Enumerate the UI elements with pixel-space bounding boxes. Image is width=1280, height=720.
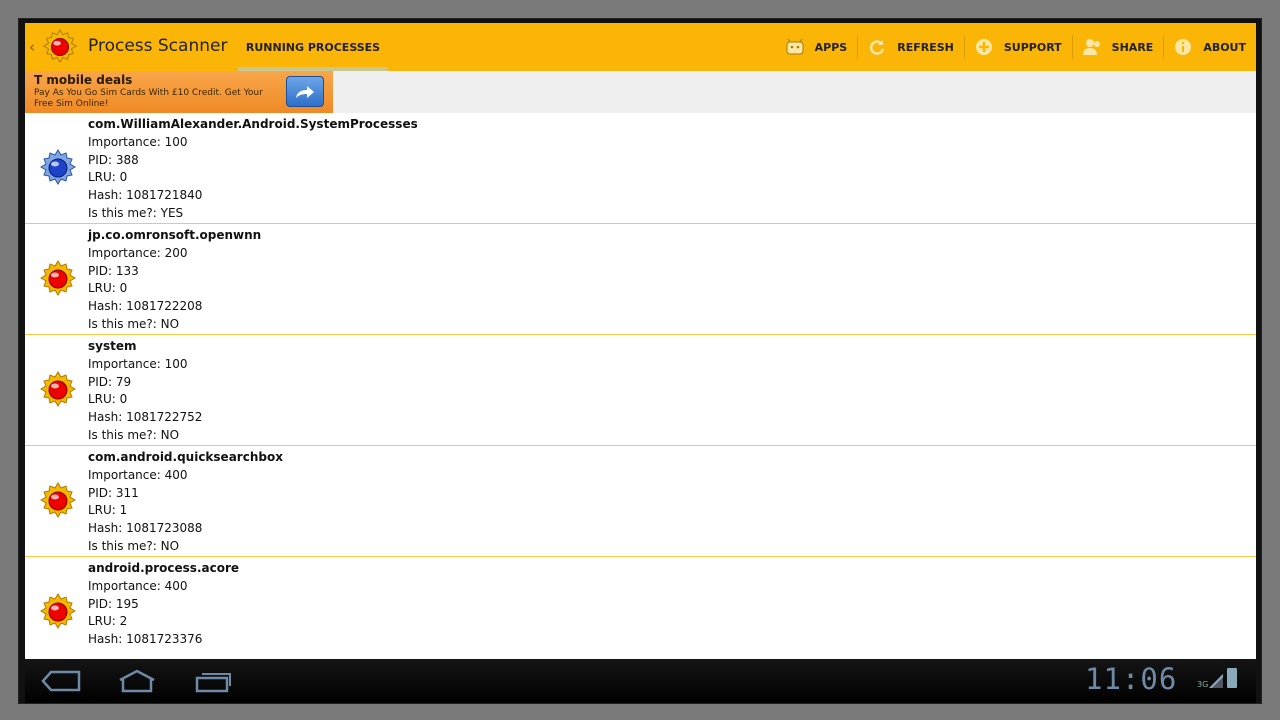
process-details: com.WilliamAlexander.Android.SystemProce… xyxy=(88,116,418,223)
process-is-me: Is this me?: YES xyxy=(88,205,184,220)
network-type: 3G xyxy=(1197,680,1209,689)
refresh-button[interactable]: REFRESH xyxy=(857,23,964,71)
ad-go-button[interactable] xyxy=(286,76,324,107)
process-name: system xyxy=(88,339,137,353)
list-item[interactable]: com.WilliamAlexander.Android.SystemProce… xyxy=(25,113,1256,224)
process-is-me: Is this me?: NO xyxy=(88,427,180,442)
process-is-me: Is this me?: NO xyxy=(88,316,180,331)
apps-button[interactable]: APPS xyxy=(775,23,858,71)
support-label: SUPPORT xyxy=(1003,40,1062,54)
arrow-forward-icon xyxy=(296,85,314,98)
process-importance: Importance: 100 xyxy=(88,134,188,149)
ad-banner[interactable]: T mobile deals Pay As You Go Sim Cards W… xyxy=(25,71,333,113)
screen: ‹ Process Scanner RUNNING PROCESSES APPS xyxy=(25,23,1256,659)
back-button[interactable] xyxy=(39,667,83,695)
process-hash: Hash: 1081723376 xyxy=(88,632,203,647)
process-hash: Hash: 1081722208 xyxy=(88,299,203,314)
process-hash: Hash: 1081721840 xyxy=(88,188,203,203)
process-name: com.android.quicksearchbox xyxy=(88,450,283,464)
home-icon xyxy=(119,669,155,693)
blue-gear-icon xyxy=(40,149,76,185)
red-gear-icon xyxy=(40,260,76,296)
process-pid: PID: 388 xyxy=(88,152,139,167)
process-importance: Importance: 400 xyxy=(88,467,188,482)
list-item[interactable]: com.android.quicksearchbox Importance: 4… xyxy=(25,446,1256,557)
process-details: jp.co.omronsoft.openwnn Importance: 200 … xyxy=(88,227,261,334)
process-is-me: Is this me?: NO xyxy=(88,538,180,553)
red-gear-icon xyxy=(40,371,76,407)
process-details: android.process.acore Importance: 400 PI… xyxy=(88,560,239,649)
recent-apps-icon xyxy=(195,673,231,693)
about-label: ABOUT xyxy=(1203,40,1246,54)
action-items: APPS REFRESH SUPPORT SHARE ABOUT xyxy=(775,23,1256,71)
process-importance: Importance: 400 xyxy=(88,578,188,593)
refresh-icon xyxy=(867,37,887,57)
process-pid: PID: 79 xyxy=(88,374,132,389)
list-item[interactable]: system Importance: 100 PID: 79 LRU: 0 Ha… xyxy=(25,335,1256,446)
process-name: com.WilliamAlexander.Android.SystemProce… xyxy=(88,117,418,131)
share-button[interactable]: SHARE xyxy=(1071,23,1164,71)
action-bar: ‹ Process Scanner RUNNING PROCESSES APPS xyxy=(25,23,1256,71)
up-caret-icon[interactable]: ‹ xyxy=(29,38,35,56)
process-importance: Importance: 200 xyxy=(88,245,188,260)
red-gear-icon xyxy=(40,482,76,518)
signal-icon xyxy=(1209,674,1223,688)
list-item[interactable]: jp.co.omronsoft.openwnn Importance: 200 … xyxy=(25,224,1256,335)
process-pid: PID: 195 xyxy=(88,596,139,611)
home-button[interactable] xyxy=(115,667,159,695)
share-label: SHARE xyxy=(1111,40,1154,54)
status-clock[interactable]: 11:06 xyxy=(1085,662,1177,696)
android-icon xyxy=(785,37,805,57)
ad-text: Pay As You Go Sim Cards With £10 Credit.… xyxy=(34,88,263,109)
process-details: system Importance: 100 PID: 79 LRU: 0 Ha… xyxy=(88,338,202,445)
plus-circle-icon xyxy=(974,37,994,57)
app-gear-icon[interactable] xyxy=(41,28,79,66)
recent-apps-button[interactable] xyxy=(191,667,235,695)
process-pid: PID: 311 xyxy=(88,485,139,500)
share-people-icon xyxy=(1082,37,1102,57)
process-list: com.WilliamAlexander.Android.SystemProce… xyxy=(25,113,1256,659)
tablet-frame: ‹ Process Scanner RUNNING PROCESSES APPS xyxy=(18,18,1262,704)
battery-icon xyxy=(1227,668,1237,688)
process-pid: PID: 133 xyxy=(88,263,139,278)
process-lru: LRU: 1 xyxy=(88,503,128,518)
process-lru: LRU: 0 xyxy=(88,392,128,407)
system-nav-bar: 11:06 3G xyxy=(25,659,1256,703)
back-icon xyxy=(41,670,81,692)
process-hash: Hash: 1081722752 xyxy=(88,410,203,425)
tab-running-processes[interactable]: RUNNING PROCESSES xyxy=(238,23,388,71)
info-icon xyxy=(1173,37,1193,57)
process-importance: Importance: 100 xyxy=(88,356,188,371)
process-lru: LRU: 2 xyxy=(88,614,128,629)
app-title: Process Scanner xyxy=(88,36,228,56)
process-hash: Hash: 1081723088 xyxy=(88,521,203,536)
support-button[interactable]: SUPPORT xyxy=(963,23,1072,71)
ad-title: T mobile deals xyxy=(34,73,133,87)
process-lru: LRU: 0 xyxy=(88,281,128,296)
process-details: com.android.quicksearchbox Importance: 4… xyxy=(88,449,283,556)
refresh-label: REFRESH xyxy=(897,40,954,54)
apps-label: APPS xyxy=(814,40,848,54)
red-gear-icon xyxy=(40,593,76,629)
process-lru: LRU: 0 xyxy=(88,170,128,185)
ad-strip: T mobile deals Pay As You Go Sim Cards W… xyxy=(25,71,1256,113)
list-item[interactable]: android.process.acore Importance: 400 PI… xyxy=(25,557,1256,659)
process-name: jp.co.omronsoft.openwnn xyxy=(88,228,262,242)
process-name: android.process.acore xyxy=(88,561,240,575)
about-button[interactable]: ABOUT xyxy=(1163,23,1256,71)
